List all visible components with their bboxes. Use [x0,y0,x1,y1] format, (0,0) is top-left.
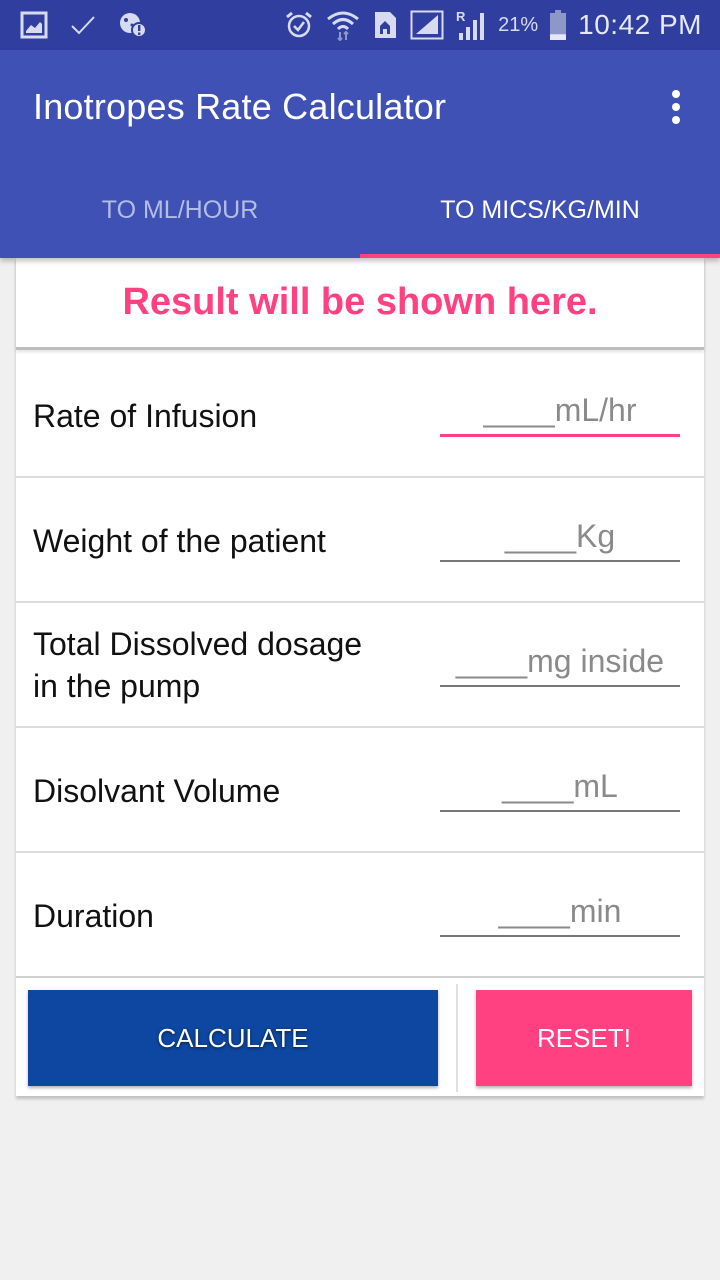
alarm-icon [284,10,314,40]
field-label: Total Dissolved dosage in the pump [33,623,362,707]
tab-to-ml-hour[interactable]: TO ML/HOUR [0,162,360,258]
roaming-signal-icon: R [456,9,486,41]
check-icon [70,14,96,36]
battery-icon [550,10,567,40]
status-bar: R 21% 10:42 PM [0,0,720,50]
battery-percent: 21% [498,13,539,36]
clock: 10:42 PM [578,9,702,40]
field-label-line2: in the pump [33,668,201,704]
field-label-line1: Total Dissolved dosage [33,626,363,662]
field-row-disolvant-volume: Disolvant Volume [16,728,704,853]
button-divider [456,984,458,1092]
field-label: Weight of the patient [33,523,326,559]
calculator-card: Result will be shown here. Rate of Infus… [16,258,704,1096]
overflow-menu-dot [672,116,680,124]
wifi-icon [326,9,360,41]
field-label: Rate of Infusion [33,398,258,434]
gallery-notification-icon [20,11,48,39]
roaming-label: R [456,9,466,24]
weight-input[interactable] [440,516,680,562]
tab-to-mics-kg-min[interactable]: TO MICS/KG/MIN [360,162,720,258]
app-title: Inotropes Rate Calculator [33,86,447,127]
field-row-duration: Duration [16,853,704,978]
overflow-menu-icon [672,90,680,98]
reset-button[interactable]: RESET! [476,990,692,1086]
field-label: Disolvant Volume [33,773,281,809]
dissolved-dosage-input[interactable] [440,641,680,687]
duration-input[interactable] [440,891,680,937]
rate-of-infusion-input[interactable] [440,391,680,437]
overflow-menu-dot [672,103,680,111]
overflow-menu-button[interactable] [660,84,692,130]
field-row-total-dissolved-dosage: Total Dissolved dosage in the pump [16,603,704,728]
app-bar: Inotropes Rate Calculator TO ML/HOUR TO … [0,50,720,258]
field-row-rate-of-infusion: Rate of Infusion [16,353,704,478]
disolvant-volume-input[interactable] [440,766,680,812]
button-bar: CALCULATE RESET! [16,976,704,1096]
field-label: Duration [33,898,154,934]
home-sim-icon [372,10,398,40]
signal-icon [410,10,444,40]
result-text: Result will be shown here. [16,258,704,350]
field-row-weight: Weight of the patient [16,478,704,603]
tab-bar: TO ML/HOUR TO MICS/KG/MIN [0,162,720,258]
calculate-button[interactable]: CALCULATE [28,990,438,1086]
battery-fill [550,34,567,40]
cookie-alert-icon [118,11,148,39]
